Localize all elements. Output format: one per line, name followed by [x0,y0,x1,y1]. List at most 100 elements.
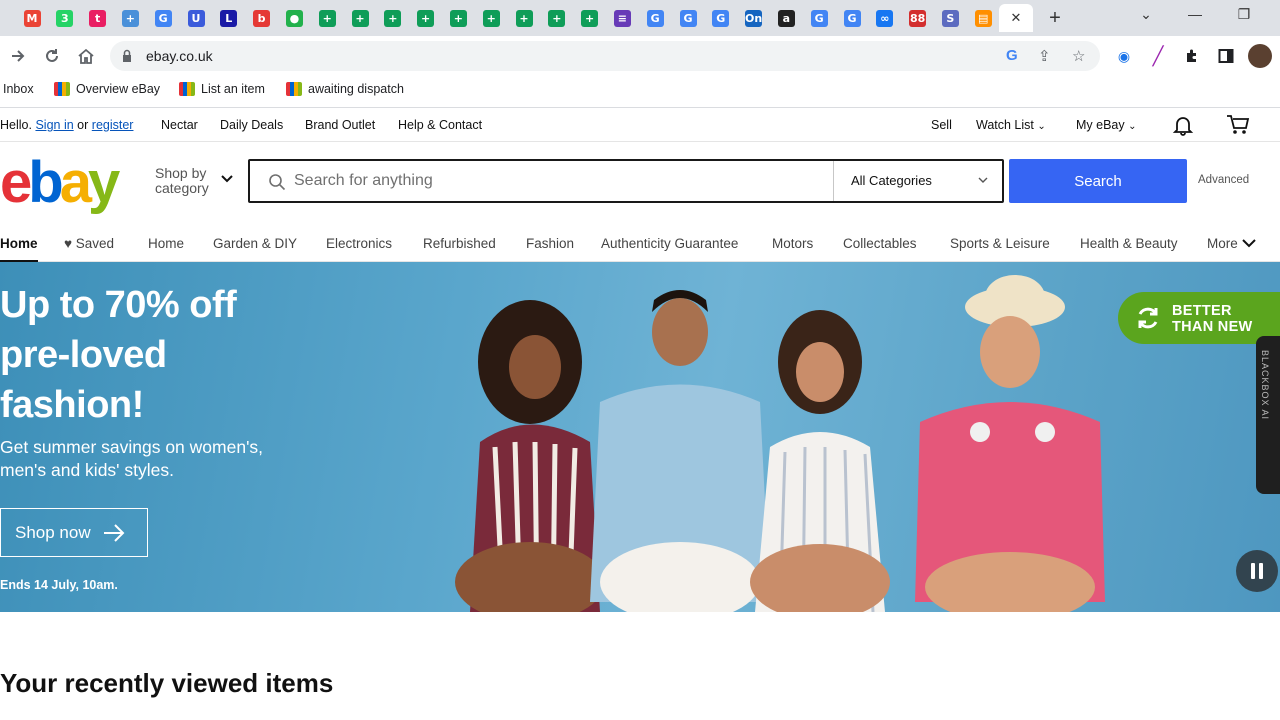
browser-tab[interactable]: + [575,4,605,32]
nav-item-electronics[interactable]: Electronics [326,236,392,251]
help-contact-link[interactable]: Help & Contact [398,118,482,132]
nav-item-refurbished[interactable]: Refurbished [423,236,496,251]
nectar-link[interactable]: Nectar [161,118,198,132]
shop-by-category-button[interactable]: Shop by category [155,166,209,196]
browser-tab[interactable]: + [378,4,408,32]
lock-icon [123,49,131,62]
watch-list-link[interactable]: Watch List ⌄ [976,118,1046,132]
nav-item-home-active[interactable]: Home [0,236,38,262]
tab-search-chevron-icon[interactable]: ⌄ [1131,6,1161,23]
bookmark-star-icon[interactable]: ☆ [1072,47,1085,65]
profile-avatar[interactable] [1248,44,1272,68]
bookmark-label: List an item [201,82,265,96]
browser-tab-active[interactable]: ✕ [999,4,1033,32]
browser-tab[interactable]: 3 [50,4,80,32]
refresh-icon [1138,307,1158,329]
home-button[interactable] [74,44,98,68]
close-icon[interactable]: ✕ [1008,10,1025,27]
bookmark-list-an-item[interactable]: List an item [179,82,265,96]
browser-tab[interactable]: + [443,4,473,32]
browser-tab[interactable]: G [804,4,834,32]
notification-bell-icon[interactable] [1172,114,1194,139]
browser-tab[interactable]: + [345,4,375,32]
browser-tab[interactable]: a [771,4,801,32]
new-tab-button[interactable]: + [1044,7,1066,29]
category-select[interactable]: All Categories [833,161,1004,201]
nav-item-home[interactable]: Home [148,236,184,251]
daily-deals-link[interactable]: Daily Deals [220,118,283,132]
sheets-icon: + [548,9,566,27]
search-icon [269,174,286,191]
browser-tab[interactable]: b [247,4,277,32]
forward-button[interactable] [6,44,30,68]
browser-tab[interactable]: G [673,4,703,32]
shop-now-button[interactable]: Shop now [0,508,148,557]
browser-tab[interactable]: On [739,4,769,32]
search-input[interactable] [294,169,814,193]
sheets-icon: + [449,9,467,27]
browser-tab[interactable]: + [115,4,145,32]
nav-item-motors[interactable]: Motors [772,236,813,251]
ebay-bag-icon [286,82,302,96]
bookmark-overview-ebay[interactable]: Overview eBay [54,82,160,96]
nav-item-saved[interactable]: ♥ Saved [64,236,114,251]
share-icon[interactable]: ⇪ [1038,47,1051,65]
sign-in-link[interactable]: Sign in [35,118,73,132]
browser-tab[interactable]: 88 [903,4,933,32]
bookmark-awaiting-dispatch[interactable]: awaiting dispatch [286,82,404,96]
browser-tab[interactable]: ∞ [870,4,900,32]
watch-list-label: Watch List [976,118,1034,132]
browser-tab[interactable]: t [83,4,113,32]
browser-tab[interactable]: G [706,4,736,32]
browser-tab[interactable]: G [148,4,178,32]
my-ebay-link[interactable]: My eBay ⌄ [1076,118,1137,132]
search-button[interactable]: Search [1009,159,1187,203]
nav-item-garden-diy[interactable]: Garden & DIY [213,236,297,251]
nav-item-health-beauty[interactable]: Health & Beauty [1080,236,1178,251]
browser-tab[interactable]: G [837,4,867,32]
nav-item-fashion[interactable]: Fashion [526,236,574,251]
browser-tab[interactable]: + [476,4,506,32]
minimize-button[interactable]: — [1180,6,1210,22]
recently-viewed-heading: Your recently viewed items [0,668,334,698]
blackbox-ai-sidebar-tab[interactable]: BLACKBOX AI [1256,336,1280,494]
browser-tab[interactable]: M [17,4,47,32]
side-panel-icon[interactable] [1214,44,1238,68]
meta-icon: ∞ [876,9,894,27]
nav-item-collectables[interactable]: Collectables [843,236,917,251]
browser-tab[interactable]: + [542,4,572,32]
address-bar[interactable]: ebay.co.uk G ⇪ ☆ [110,41,1100,71]
browser-tab[interactable]: S [935,4,965,32]
nav-item-sports-leisure[interactable]: Sports & Leisure [950,236,1050,251]
google-icon: G [810,9,828,27]
nav-item-authenticity-guarantee[interactable]: Authenticity Guarantee [601,236,738,251]
ebay-logo[interactable]: ebay [0,154,120,212]
bookmark-inbox[interactable]: Inbox [3,82,34,96]
pen-extension-icon[interactable]: ╱ [1146,44,1170,68]
restore-button[interactable]: ❐ [1229,6,1259,23]
register-link[interactable]: register [92,118,134,132]
nav-item-more[interactable]: More [1207,236,1256,251]
browser-tab[interactable]: + [312,4,342,32]
extension-icon[interactable]: ◉ [1112,44,1136,68]
brand-outlet-link[interactable]: Brand Outlet [305,118,375,132]
sheets-icon: + [417,9,435,27]
google-lens-icon[interactable]: G [1006,47,1018,64]
browser-tab[interactable]: + [509,4,539,32]
pause-button[interactable] [1236,550,1278,592]
extensions-puzzle-icon[interactable] [1180,44,1204,68]
advanced-search-link[interactable]: Advanced [1198,174,1249,186]
browser-tab[interactable]: ▤ [968,4,998,32]
browser-tab[interactable]: L [214,4,244,32]
sheets-icon: + [581,9,599,27]
reload-button[interactable] [40,44,64,68]
cart-icon[interactable] [1226,114,1250,139]
sell-link[interactable]: Sell [931,118,952,132]
browser-tab[interactable]: ● [279,4,309,32]
browser-tab[interactable]: ≡ [607,4,637,32]
better-than-new-badge[interactable]: BETTER THAN NEW [1118,292,1280,344]
browser-tab[interactable]: U [181,4,211,32]
browser-tab[interactable]: G [640,4,670,32]
hero-banner[interactable]: Up to 70% off pre-loved fashion! Get sum… [0,262,1280,612]
browser-tab[interactable]: + [411,4,441,32]
